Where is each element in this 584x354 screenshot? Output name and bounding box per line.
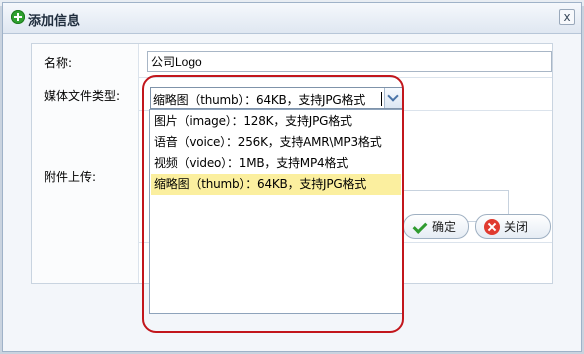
- dropdown-option-voice[interactable]: 语音（voice）：256K，支持AMR\MP3格式: [151, 132, 401, 153]
- text-caret: [381, 92, 382, 106]
- check-icon: [412, 219, 428, 235]
- media-type-selected-value: 缩略图（thumb）：64KB，支持JPG格式: [153, 93, 366, 107]
- ok-button-label: 确定: [432, 220, 457, 234]
- dialog-title: 添加信息: [28, 14, 81, 29]
- media-type-select[interactable]: 缩略图（thumb）：64KB，支持JPG格式: [150, 87, 402, 109]
- label-cell: 附件上传:: [32, 110, 139, 242]
- dropdown-option-image[interactable]: 图片（image）：128K，支持JPG格式: [151, 111, 401, 132]
- dropdown-option-video[interactable]: 视频（video）：1MB，支持MP4格式: [151, 153, 401, 174]
- ok-button[interactable]: 确定: [403, 214, 469, 239]
- close-button-label: 关闭: [504, 220, 529, 234]
- form-row-name: 名称:: [32, 44, 552, 78]
- label-cell: 媒体文件类型:: [32, 77, 139, 110]
- dropdown-option-thumb[interactable]: 缩略图（thumb）：64KB，支持JPG格式: [151, 174, 401, 195]
- label-cell: [32, 242, 139, 283]
- add-info-dialog: 添加信息 x 名称: 媒体文件类型: 附件上传: 确定: [2, 2, 582, 352]
- media-type-dropdown-list: 图片（image）：128K，支持JPG格式 语音（voice）：256K，支持…: [149, 109, 403, 314]
- media-type-label: 媒体文件类型:: [44, 89, 121, 103]
- label-cell: 名称:: [32, 44, 139, 77]
- chevron-down-icon[interactable]: [384, 88, 402, 108]
- name-label: 名称:: [44, 56, 73, 70]
- add-icon: [11, 10, 25, 24]
- name-input[interactable]: [147, 51, 552, 72]
- close-icon[interactable]: x: [559, 9, 575, 25]
- upload-label: 附件上传:: [44, 170, 97, 184]
- close-button[interactable]: 关闭: [475, 214, 551, 239]
- close-icon: [484, 218, 500, 235]
- dialog-titlebar[interactable]: 添加信息 x: [3, 3, 581, 34]
